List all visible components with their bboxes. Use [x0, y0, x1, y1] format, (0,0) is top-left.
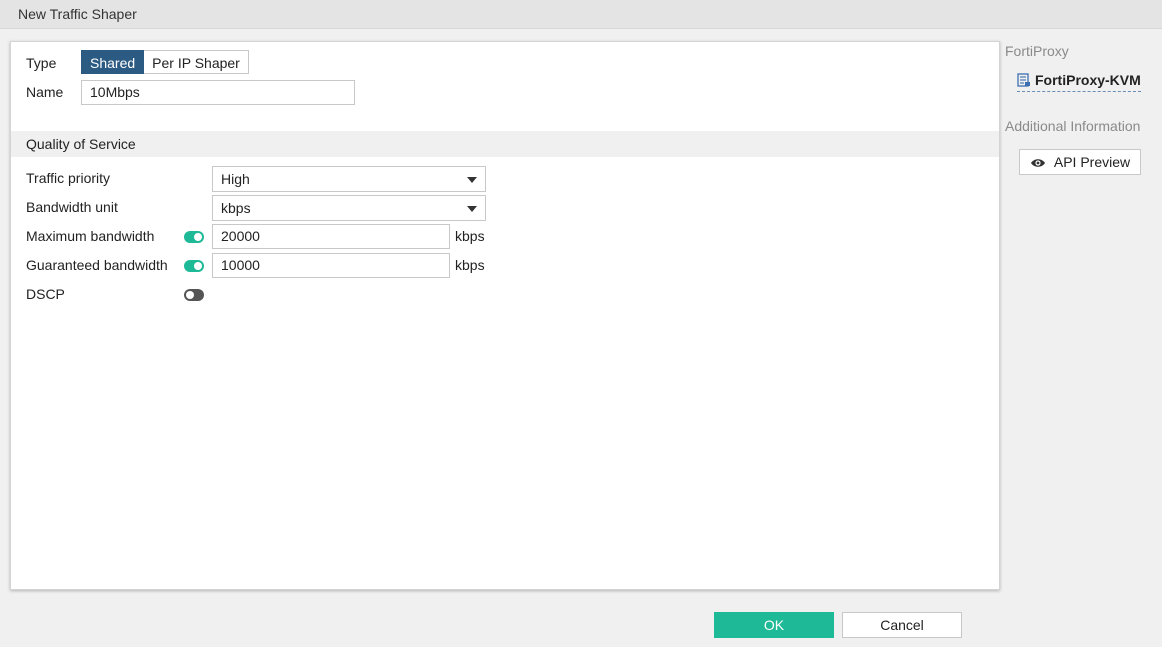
name-input[interactable]: 10Mbps — [81, 80, 355, 105]
maximum-bandwidth-label: Maximum bandwidth — [26, 228, 155, 244]
api-preview-label: API Preview — [1053, 154, 1131, 170]
maximum-bandwidth-input[interactable]: 20000 — [212, 224, 450, 249]
name-label: Name — [26, 84, 64, 100]
device-link[interactable]: FortiProxy-KVM — [1017, 72, 1141, 92]
cancel-button[interactable]: Cancel — [842, 612, 962, 638]
dscp-label: DSCP — [26, 286, 65, 302]
traffic-priority-select[interactable]: High — [212, 166, 486, 192]
bandwidth-unit-value: kbps — [221, 200, 251, 216]
eye-icon — [1030, 152, 1046, 176]
api-preview-button[interactable]: API Preview — [1019, 149, 1141, 175]
additional-info-heading: Additional Information — [1005, 118, 1141, 134]
bandwidth-unit-label: Bandwidth unit — [26, 199, 118, 215]
window-title: New Traffic Shaper — [18, 6, 137, 22]
bandwidth-unit-select[interactable]: kbps — [212, 195, 486, 221]
traffic-priority-label: Traffic priority — [26, 170, 111, 186]
window-titlebar: New Traffic Shaper — [0, 0, 1162, 29]
maximum-bandwidth-unit: kbps — [455, 228, 485, 244]
device-config-icon — [1017, 73, 1031, 90]
guaranteed-bandwidth-input[interactable]: 10000 — [212, 253, 450, 278]
guaranteed-bandwidth-label: Guaranteed bandwidth — [26, 257, 168, 273]
device-name: FortiProxy-KVM — [1035, 72, 1141, 88]
device-heading: FortiProxy — [1005, 43, 1069, 59]
qos-section-title: Quality of Service — [26, 136, 136, 152]
guaranteed-bandwidth-unit: kbps — [455, 257, 485, 273]
guaranteed-bandwidth-toggle[interactable] — [184, 260, 204, 272]
type-option-per-ip-shaper[interactable]: Per IP Shaper — [144, 50, 249, 74]
traffic-priority-value: High — [221, 171, 250, 187]
ok-button[interactable]: OK — [714, 612, 834, 638]
maximum-bandwidth-toggle[interactable] — [184, 231, 204, 243]
type-selector: Shared Per IP Shaper — [81, 50, 249, 74]
type-option-shared[interactable]: Shared — [81, 50, 145, 74]
type-label: Type — [26, 55, 57, 71]
form-panel: Type Shared Per IP Shaper Name 10Mbps Qu… — [10, 41, 1000, 590]
qos-section-header: Quality of Service — [11, 131, 999, 157]
chevron-down-icon — [467, 177, 477, 183]
chevron-down-icon — [467, 206, 477, 212]
dscp-toggle[interactable] — [184, 289, 204, 301]
